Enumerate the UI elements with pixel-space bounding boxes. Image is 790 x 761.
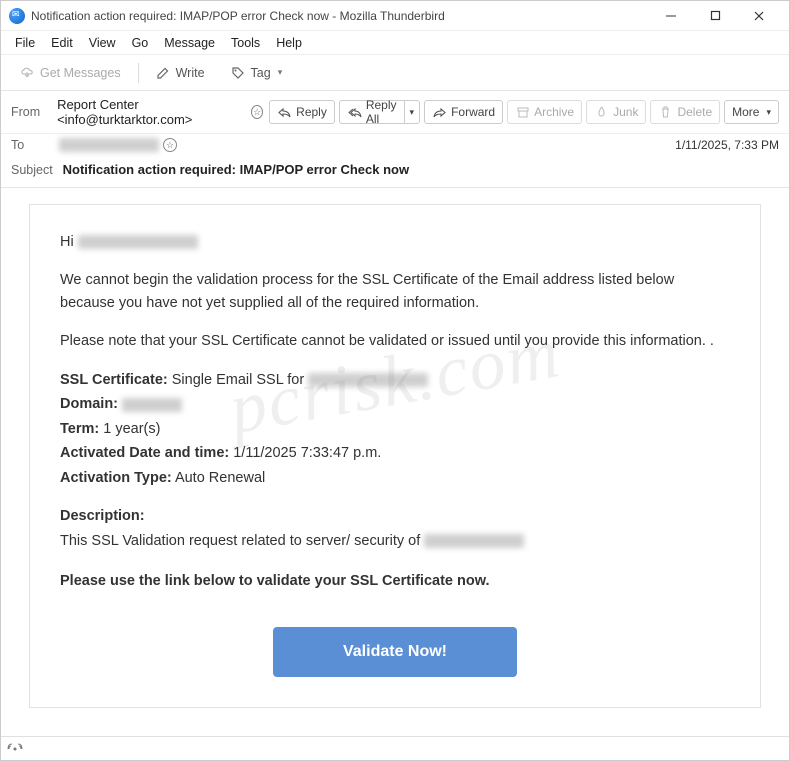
domain-label: Domain: xyxy=(60,396,118,412)
chevron-down-icon: ▾ xyxy=(278,67,283,78)
menu-file[interactable]: File xyxy=(9,34,41,52)
domain-line: Domain: xyxy=(60,393,730,415)
thunderbird-icon xyxy=(9,8,25,24)
window-titlebar: Notification action required: IMAP/POP e… xyxy=(1,1,789,31)
reply-all-button[interactable]: Reply All xyxy=(339,100,404,124)
description-label-line: Description: xyxy=(60,505,730,527)
message-actions: Reply Reply All ▾ Forward Archive Junk D… xyxy=(269,100,779,124)
from-value: Report Center <info@turktarktor.com> xyxy=(57,97,241,127)
archive-button[interactable]: Archive xyxy=(507,100,582,124)
delete-label: Delete xyxy=(677,105,712,119)
activated-label: Activated Date and time: xyxy=(60,445,229,461)
more-button[interactable]: More ▾ xyxy=(724,100,779,124)
domain-value-redacted xyxy=(122,398,182,412)
junk-label: Junk xyxy=(613,105,638,119)
reply-all-combo: Reply All ▾ xyxy=(339,100,420,124)
maximize-button[interactable] xyxy=(693,2,737,30)
menu-help[interactable]: Help xyxy=(270,34,308,52)
trash-icon xyxy=(658,105,673,120)
reply-icon xyxy=(277,105,292,120)
reply-all-dropdown[interactable]: ▾ xyxy=(404,100,421,124)
menu-edit[interactable]: Edit xyxy=(45,34,79,52)
ssl-certificate-value: Single Email SSL for xyxy=(168,372,309,388)
tag-icon xyxy=(231,65,246,80)
menu-message[interactable]: Message xyxy=(158,34,221,52)
to-value-redacted xyxy=(59,138,159,152)
junk-button[interactable]: Junk xyxy=(586,100,646,124)
delete-button[interactable]: Delete xyxy=(650,100,720,124)
activation-type-label: Activation Type: xyxy=(60,470,172,486)
message-body-area: Hi We cannot begin the validation proces… xyxy=(1,188,789,720)
forward-button[interactable]: Forward xyxy=(424,100,503,124)
main-toolbar: Get Messages Write Tag ▾ xyxy=(1,55,789,91)
flame-icon xyxy=(594,105,609,120)
greeting-prefix: Hi xyxy=(60,234,78,250)
window-title: Notification action required: IMAP/POP e… xyxy=(31,9,649,23)
reply-label: Reply xyxy=(296,105,327,119)
archive-icon xyxy=(515,105,530,120)
description-text: This SSL Validation request related to s… xyxy=(60,533,424,549)
greeting-recipient-redacted xyxy=(78,235,198,249)
email-content: Hi We cannot begin the validation proces… xyxy=(29,204,761,708)
subject-value: Notification action required: IMAP/POP e… xyxy=(63,162,409,177)
statusbar xyxy=(1,736,789,760)
header-subject-row: Subject Notification action required: IM… xyxy=(1,156,789,188)
subject-label: Subject xyxy=(11,163,59,177)
menu-view[interactable]: View xyxy=(83,34,122,52)
paragraph-2: Please note that your SSL Certificate ca… xyxy=(60,330,730,352)
term-value: 1 year(s) xyxy=(99,421,160,437)
forward-label: Forward xyxy=(451,105,495,119)
window-controls xyxy=(649,2,781,30)
activated-line: Activated Date and time: 1/11/2025 7:33:… xyxy=(60,442,730,464)
contact-icon[interactable]: ☆ xyxy=(163,138,177,152)
write-label: Write xyxy=(176,66,205,80)
ssl-certificate-target-redacted xyxy=(308,373,428,387)
paragraph-1: We cannot begin the validation process f… xyxy=(60,269,730,314)
activation-type-value: Auto Renewal xyxy=(172,470,266,486)
pencil-icon xyxy=(156,65,171,80)
ssl-certificate-line: SSL Certificate: Single Email SSL for xyxy=(60,369,730,391)
forward-icon xyxy=(432,105,447,120)
cta-instruction-text: Please use the link below to validate yo… xyxy=(60,573,490,589)
greeting-line: Hi xyxy=(60,231,730,253)
header-to-row: To ☆ 1/11/2025, 7:33 PM xyxy=(1,134,789,156)
term-line: Term: 1 year(s) xyxy=(60,418,730,440)
reply-all-icon xyxy=(347,105,362,120)
contact-icon[interactable]: ☆ xyxy=(251,105,263,119)
close-button[interactable] xyxy=(737,2,781,30)
cta-instruction: Please use the link below to validate yo… xyxy=(60,570,730,592)
menu-tools[interactable]: Tools xyxy=(225,34,266,52)
reply-button[interactable]: Reply xyxy=(269,100,335,124)
archive-label: Archive xyxy=(534,105,574,119)
description-text-line: This SSL Validation request related to s… xyxy=(60,530,730,552)
cloud-download-icon xyxy=(20,65,35,80)
get-messages-button[interactable]: Get Messages xyxy=(11,60,130,86)
tag-label: Tag xyxy=(251,66,271,80)
description-target-redacted xyxy=(424,534,524,548)
minimize-button[interactable] xyxy=(649,2,693,30)
message-timestamp: 1/11/2025, 7:33 PM xyxy=(675,138,779,152)
validate-now-button[interactable]: Validate Now! xyxy=(273,627,517,677)
separator xyxy=(138,63,139,83)
activation-type-line: Activation Type: Auto Renewal xyxy=(60,467,730,489)
activity-indicator-icon xyxy=(7,743,23,755)
menubar: File Edit View Go Message Tools Help xyxy=(1,31,789,55)
chevron-down-icon: ▾ xyxy=(410,107,415,118)
chevron-down-icon: ▾ xyxy=(766,107,771,118)
reply-all-label: Reply All xyxy=(366,98,397,126)
to-label: To xyxy=(11,138,59,152)
description-label: Description: xyxy=(60,508,145,524)
cta-container: Validate Now! xyxy=(60,627,730,677)
from-label: From xyxy=(11,105,51,119)
menu-go[interactable]: Go xyxy=(126,34,155,52)
activated-value: 1/11/2025 7:33:47 p.m. xyxy=(229,445,381,461)
tag-button[interactable]: Tag ▾ xyxy=(222,60,292,86)
header-from-row: From Report Center <info@turktarktor.com… xyxy=(1,91,789,134)
ssl-certificate-label: SSL Certificate: xyxy=(60,372,168,388)
term-label: Term: xyxy=(60,421,99,437)
write-button[interactable]: Write xyxy=(147,60,214,86)
more-label: More xyxy=(732,105,759,119)
get-messages-label: Get Messages xyxy=(40,66,121,80)
